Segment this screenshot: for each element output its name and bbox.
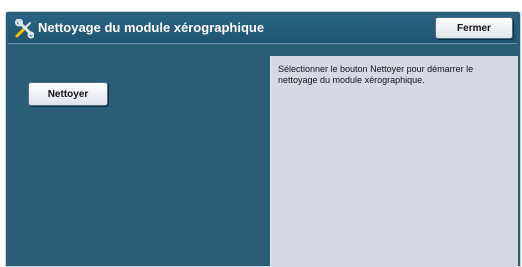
close-button[interactable]: Fermer: [435, 17, 513, 39]
clean-button[interactable]: Nettoyer: [28, 82, 108, 106]
instructions-panel: Sélectionner le bouton Nettoyer pour dém…: [270, 56, 518, 267]
dialog-header: Nettoyage du module xérographique Fermer: [8, 15, 517, 44]
instructions-text: Sélectionner le bouton Nettoyer pour dém…: [278, 64, 474, 85]
page-title: Nettoyage du module xérographique: [38, 20, 265, 35]
tools-icon: [14, 18, 35, 39]
